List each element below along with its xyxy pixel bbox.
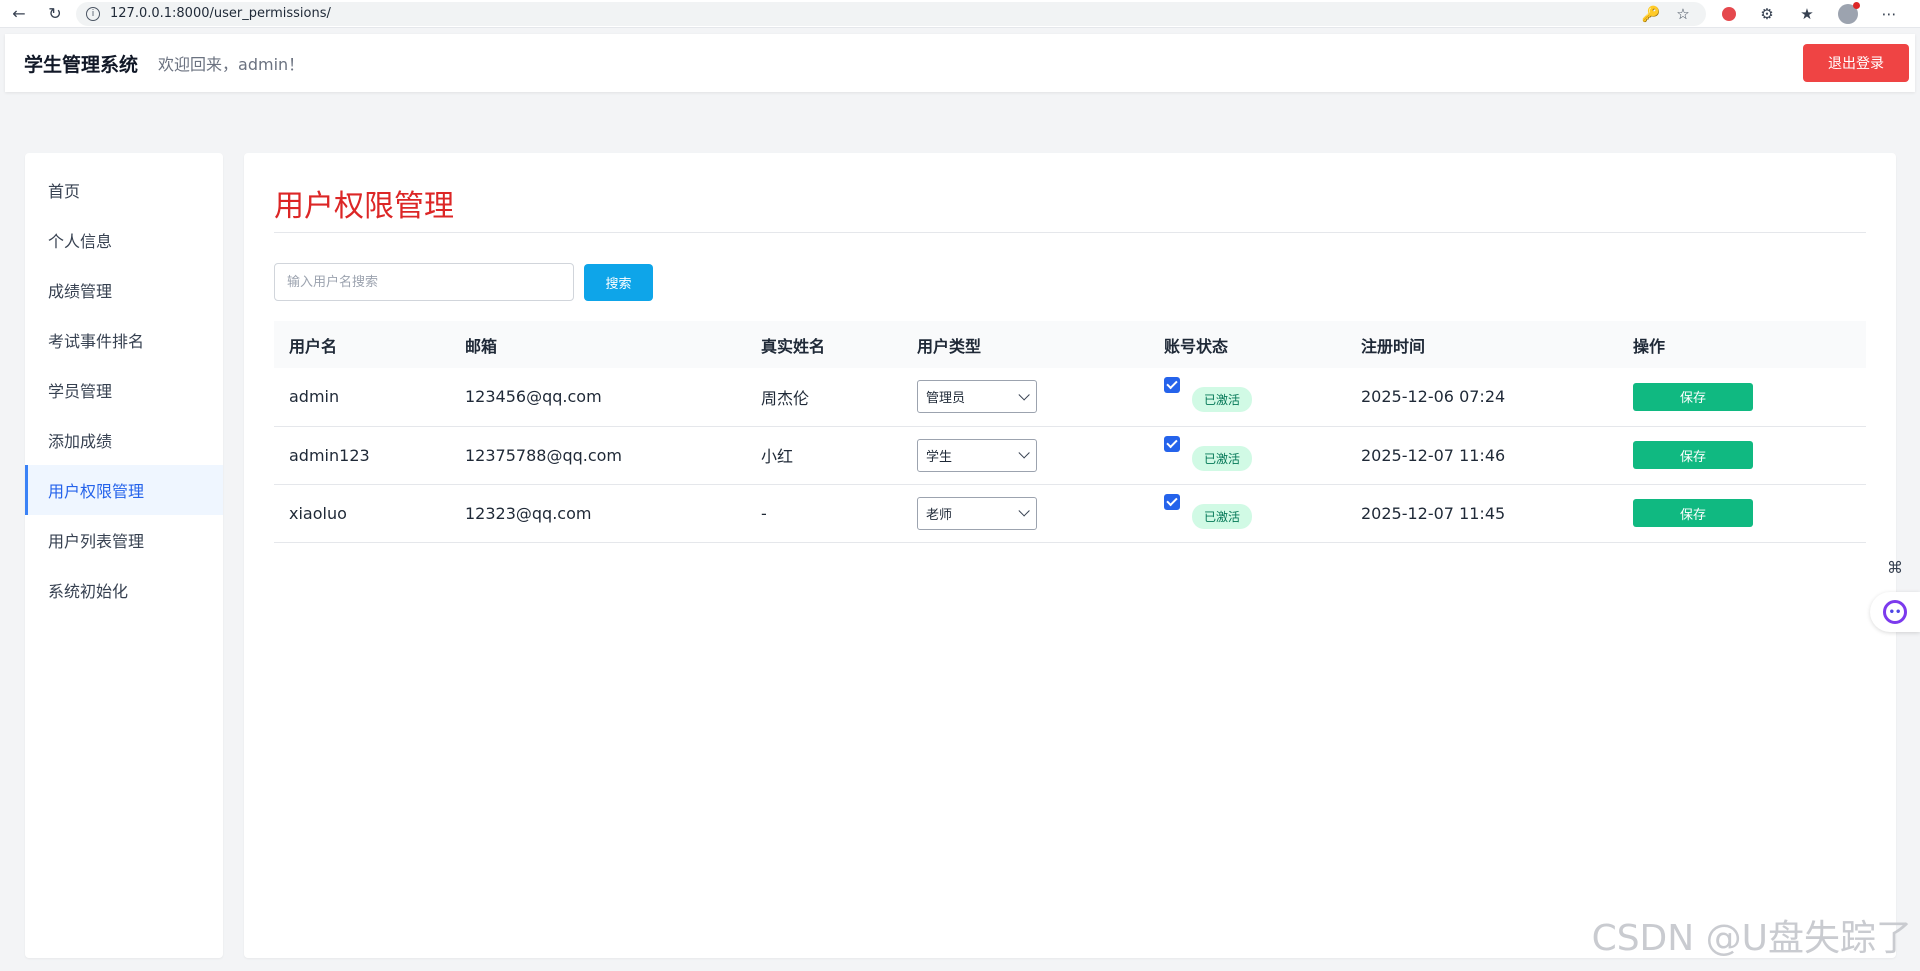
- address-bar[interactable]: i 127.0.0.1:8000/user_permissions/ 🔑 ☆: [76, 1, 1706, 26]
- cell-status: 已激活: [1149, 368, 1346, 426]
- cell-user-type: 学生: [902, 426, 1149, 484]
- browser-toolbar: ← ↻ i 127.0.0.1:8000/user_permissions/ 🔑…: [0, 0, 1920, 28]
- url-text: 127.0.0.1:8000/user_permissions/: [110, 6, 331, 21]
- active-checkbox[interactable]: [1164, 377, 1180, 394]
- column-header-email: 邮箱: [465, 336, 498, 356]
- more-menu-icon[interactable]: ⋯: [1880, 5, 1898, 23]
- cell-registered: 2025-12-06 07:24: [1361, 387, 1506, 407]
- cell-registered: 2025-12-07 11:45: [1361, 503, 1506, 523]
- reload-icon[interactable]: ↻: [42, 1, 68, 27]
- sidebar-item-home[interactable]: 首页: [25, 165, 223, 215]
- sidebar-item-exam-ranking[interactable]: 考试事件排名: [25, 315, 223, 365]
- cell-email: 12323@qq.com: [465, 503, 592, 523]
- active-checkbox[interactable]: [1164, 493, 1180, 510]
- extension-badge-icon[interactable]: [1722, 6, 1736, 21]
- key-icon[interactable]: 🔑: [1642, 5, 1661, 23]
- cell-user-type: 老师: [902, 484, 1149, 542]
- chevron-down-icon: [1018, 505, 1030, 517]
- chevron-down-icon: [1018, 388, 1030, 401]
- back-arrow-icon[interactable]: ←: [6, 1, 32, 27]
- sidebar: 首页 个人信息 成绩管理 考试事件排名 学员管理 添加成绩 用户权限管理 用户列…: [25, 153, 223, 958]
- user-type-value: 学生: [926, 449, 953, 465]
- status-badge: 已激活: [1192, 445, 1253, 471]
- column-header-status: 账号状态: [1164, 336, 1229, 356]
- brand-title: 学生管理系统: [24, 54, 139, 76]
- user-type-select[interactable]: 学生: [917, 438, 1037, 472]
- sidebar-item-profile[interactable]: 个人信息: [25, 215, 223, 265]
- user-type-value: 老师: [926, 507, 953, 523]
- sidebar-item-add-grade[interactable]: 添加成绩: [25, 415, 223, 465]
- profile-avatar-icon[interactable]: [1838, 1, 1860, 24]
- cell-registered: 2025-12-07 11:46: [1361, 445, 1506, 465]
- cell-user-type: 管理员: [902, 368, 1149, 426]
- cell-status: 已激活: [1149, 426, 1346, 484]
- table-row: admin 123456@qq.com 周杰伦 管理员 已激活 2025-12-…: [274, 368, 1866, 426]
- sidebar-item-students[interactable]: 学员管理: [25, 365, 223, 415]
- cell-username: admin123: [289, 445, 370, 465]
- page-title: 用户权限管理: [274, 153, 1866, 233]
- save-button[interactable]: 保存: [1633, 499, 1753, 527]
- main-panel: 用户权限管理 搜索 用户名 邮箱 真实姓名 用户类型 账号状态 注册时间 操作 …: [244, 153, 1896, 958]
- logout-button[interactable]: 退出登录: [1803, 44, 1909, 82]
- favorites-icon[interactable]: ★: [1798, 5, 1816, 23]
- user-type-value: 管理员: [926, 391, 966, 407]
- column-header-registered: 注册时间: [1361, 336, 1426, 356]
- extensions-icon[interactable]: ⚙: [1758, 5, 1776, 23]
- user-type-select[interactable]: 老师: [917, 496, 1037, 530]
- cell-email: 12375788@qq.com: [465, 445, 623, 465]
- cell-actions: 保存: [1618, 484, 1866, 542]
- app-header: 学生管理系统 欢迎回来，admin！ 退出登录: [5, 34, 1915, 92]
- cell-status: 已激活: [1149, 484, 1346, 542]
- cell-real-name: 小红: [761, 447, 794, 466]
- sidebar-item-user-permissions[interactable]: 用户权限管理: [25, 465, 223, 515]
- cell-username: admin: [289, 387, 340, 407]
- cell-actions: 保存: [1618, 426, 1866, 484]
- user-permissions-table: 用户名 邮箱 真实姓名 用户类型 账号状态 注册时间 操作 admin 1234…: [274, 321, 1866, 543]
- site-info-icon[interactable]: i: [86, 6, 100, 21]
- cell-real-name: 周杰伦: [761, 388, 810, 408]
- sidebar-item-system-init[interactable]: 系统初始化: [25, 565, 223, 615]
- save-button[interactable]: 保存: [1633, 441, 1753, 469]
- table-header-row: 用户名 邮箱 真实姓名 用户类型 账号状态 注册时间 操作: [274, 321, 1866, 368]
- column-header-user-type: 用户类型: [917, 336, 982, 356]
- assistant-widget[interactable]: ••: [1870, 592, 1920, 632]
- sidebar-item-grades[interactable]: 成绩管理: [25, 265, 223, 315]
- cell-username: xiaoluo: [289, 503, 347, 523]
- chevron-down-icon: [1018, 447, 1030, 459]
- search-bar: 搜索: [274, 263, 1866, 301]
- watermark: CSDN @U盘失踪了: [1591, 918, 1912, 959]
- cell-actions: 保存: [1618, 368, 1866, 426]
- welcome-text: 欢迎回来，admin！: [158, 55, 305, 74]
- column-header-actions: 操作: [1633, 336, 1666, 356]
- command-icon[interactable]: ⌘: [1880, 552, 1910, 582]
- status-badge: 已激活: [1192, 387, 1253, 413]
- cell-email: 123456@qq.com: [465, 387, 602, 407]
- search-input[interactable]: [274, 263, 574, 301]
- column-header-username: 用户名: [289, 336, 338, 356]
- table-row: admin123 12375788@qq.com 小红 学生 已激活 2025-…: [274, 426, 1866, 484]
- cell-real-name: -: [761, 503, 767, 523]
- table-row: xiaoluo 12323@qq.com - 老师 已激活 2025-12-07…: [274, 484, 1866, 542]
- column-header-real-name: 真实姓名: [761, 336, 826, 356]
- sidebar-item-user-list[interactable]: 用户列表管理: [25, 515, 223, 565]
- status-badge: 已激活: [1192, 503, 1253, 529]
- save-button[interactable]: 保存: [1633, 382, 1753, 411]
- assistant-icon: ••: [1883, 600, 1907, 624]
- active-checkbox[interactable]: [1164, 435, 1180, 452]
- search-button[interactable]: 搜索: [584, 263, 653, 301]
- user-type-select[interactable]: 管理员: [917, 380, 1037, 414]
- star-icon[interactable]: ☆: [1674, 5, 1692, 23]
